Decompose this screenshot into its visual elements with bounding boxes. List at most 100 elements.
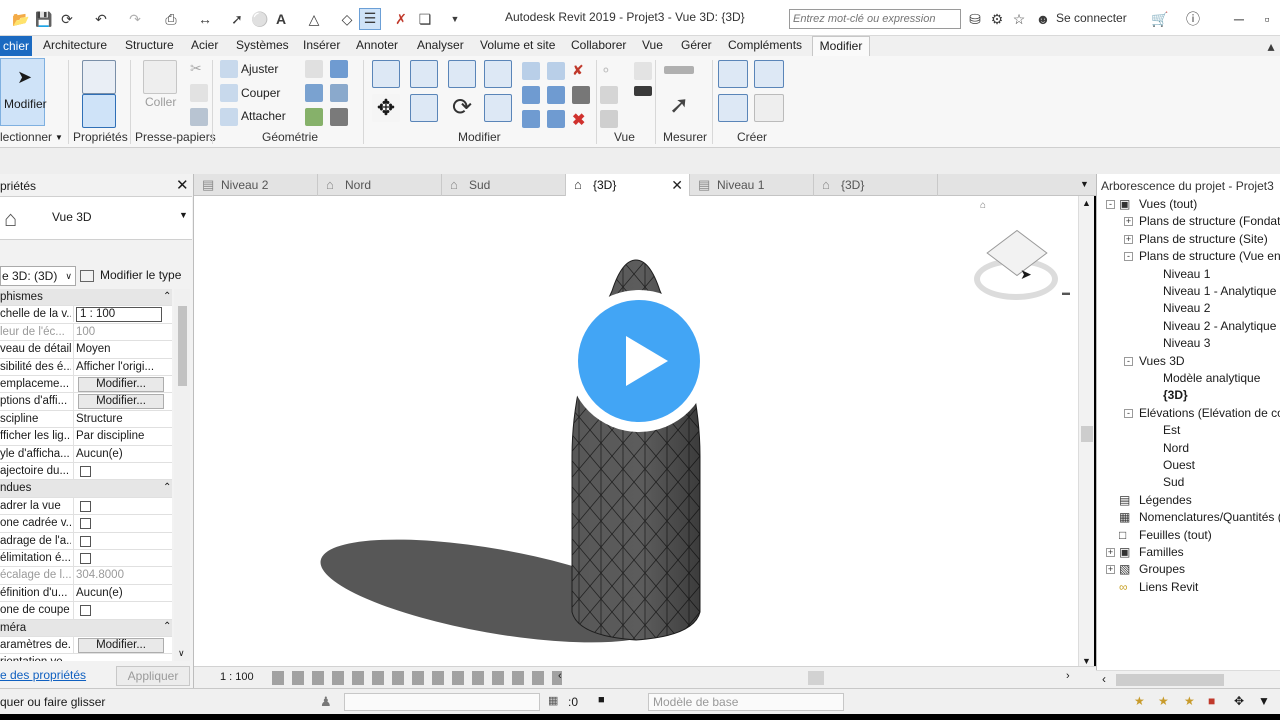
property-row[interactable]: éfinition d'u... Aucun(e) <box>0 584 172 603</box>
property-checkbox[interactable] <box>80 466 91 477</box>
tree-item[interactable]: Liens Revit <box>1139 579 1198 595</box>
tree-item[interactable]: {3D} <box>1163 387 1188 403</box>
viewport-scroll-thumb[interactable] <box>1081 426 1093 442</box>
property-row[interactable]: sibilité des é... Afficher l'origi... <box>0 358 172 376</box>
tab-vue[interactable]: Vue <box>642 38 663 52</box>
pin-icon[interactable] <box>547 62 565 80</box>
browser-scroll-thumb[interactable] <box>1116 674 1224 686</box>
scale-icon[interactable] <box>522 62 540 80</box>
offset-icon[interactable] <box>410 60 438 88</box>
video-play-button[interactable] <box>568 290 710 432</box>
property-row[interactable]: adrer la vue <box>0 497 172 518</box>
split-face-icon[interactable] <box>305 84 323 102</box>
property-checkbox[interactable] <box>80 518 91 530</box>
design-option-select[interactable]: Modèle de base <box>648 693 844 711</box>
login-link[interactable]: Se connecter <box>1056 11 1127 25</box>
apply-button[interactable]: Appliquer <box>116 666 190 686</box>
property-value[interactable]: Moyen <box>73 341 172 359</box>
mirror-axis-icon[interactable] <box>448 60 476 88</box>
paintbrush-icon[interactable] <box>600 110 618 128</box>
tree-item[interactable]: Nomenclatures/Quantités (tout) <box>1139 509 1280 525</box>
ribbon-toggle-icon[interactable]: ▴ <box>1262 37 1280 55</box>
move-icon[interactable]: ✥ <box>372 94 400 122</box>
collapse-icon[interactable]: ⌃ <box>163 621 171 632</box>
attach-icon[interactable] <box>220 108 238 126</box>
trim-extend-icon[interactable] <box>547 110 565 128</box>
restore-icon[interactable]: ▫ <box>1258 10 1276 28</box>
property-value[interactable]: 100 <box>73 323 172 341</box>
select-links-icon[interactable]: ★ <box>1134 694 1145 708</box>
switch-windows-icon[interactable]: ❏ <box>416 10 434 28</box>
property-value[interactable]: Par discipline <box>73 428 172 446</box>
measure-icon[interactable]: ↔ <box>196 10 214 28</box>
override-icon[interactable] <box>634 62 652 80</box>
properties-scroll-thumb[interactable] <box>178 306 187 386</box>
hammer-icon[interactable] <box>330 108 348 126</box>
linework-icon[interactable] <box>600 86 618 104</box>
close-tab-icon[interactable]: ✕ <box>671 174 683 196</box>
thin-lines-icon[interactable]: ☰ <box>359 8 381 30</box>
property-value[interactable]: Aucun(e) <box>73 445 172 463</box>
wall-joins-icon[interactable] <box>330 60 348 78</box>
close-hidden-icon[interactable]: ✗ <box>392 10 410 28</box>
tree-item[interactable]: Plans de structure (Vue en plan) <box>1139 248 1280 264</box>
property-row[interactable]: rientation ve... <box>0 654 172 661</box>
tree-item[interactable]: Niveau 1 <box>1163 266 1210 282</box>
trim-icon[interactable] <box>220 60 238 78</box>
property-value[interactable]: 304.8000 <box>73 567 172 585</box>
select-group-label[interactable]: lectionner <box>0 130 52 144</box>
create-similar-icon[interactable] <box>754 94 784 122</box>
paint-icon[interactable] <box>330 84 348 102</box>
cut-geometry-icon[interactable] <box>220 84 238 102</box>
tree-item[interactable]: Modèle analytique <box>1163 370 1260 386</box>
type-properties-icon[interactable] <box>82 60 116 94</box>
align-icon[interactable] <box>372 60 400 88</box>
dropdown-caret-icon[interactable]: ▼ <box>55 133 63 142</box>
tree-item[interactable]: Niveau 2 - Analytique <box>1163 318 1276 334</box>
workset-select[interactable] <box>344 693 540 711</box>
mirror-draw-icon[interactable] <box>484 60 512 88</box>
scroll-left-icon[interactable]: ‹ <box>1102 672 1106 686</box>
text-icon[interactable]: A <box>272 10 290 28</box>
view-tab-sud[interactable]: ⌂ Sud <box>442 174 566 196</box>
property-category[interactable]: ndues <box>0 480 172 498</box>
property-row[interactable]: élimitation é... <box>0 550 172 570</box>
redo-icon[interactable]: ↷ <box>126 10 144 28</box>
property-value[interactable]: Modifier... <box>73 393 172 411</box>
scroll-up-icon[interactable]: ▲ <box>1082 198 1091 208</box>
property-row[interactable]: adrage de l'a... <box>0 532 172 553</box>
dimension-aligned-icon[interactable]: ➚ <box>664 92 694 122</box>
property-row[interactable]: scipline Structure <box>0 410 172 429</box>
tree-item[interactable]: Vues (tout) <box>1139 196 1197 212</box>
property-row[interactable]: emplaceme... Modifier... <box>0 376 172 394</box>
expand-icon[interactable]: + <box>1106 565 1115 575</box>
property-row[interactable]: ptions d'affi... Modifier... <box>0 393 172 411</box>
collapse-icon[interactable]: - <box>1124 252 1133 262</box>
viewcube-menu-icon[interactable]: ▬ <box>1062 288 1070 297</box>
viewport-vertical-scrollbar[interactable]: ▲ ▼ <box>1078 196 1094 670</box>
3d-icon[interactable]: △ <box>305 10 323 28</box>
collapse-icon[interactable]: ⌃ <box>163 482 171 493</box>
tab-architecture[interactable]: Architecture <box>43 38 107 52</box>
tree-item[interactable]: Niveau 1 - Analytique <box>1163 283 1276 299</box>
property-row[interactable]: ajectoire du... <box>0 463 172 483</box>
tree-item[interactable]: Feuilles (tout) <box>1139 527 1212 543</box>
tree-item[interactable]: Légendes <box>1139 492 1192 508</box>
cut-icon[interactable]: ✂ <box>190 60 208 78</box>
select-pinned-icon[interactable]: ★ <box>1184 694 1195 708</box>
print-icon[interactable]: ⎙ <box>162 10 180 28</box>
property-checkbox[interactable] <box>80 605 91 617</box>
tabs-dropdown-icon[interactable]: ▼ <box>1080 179 1089 189</box>
delete-icon[interactable]: ✖ <box>572 110 590 129</box>
tab-modifier[interactable]: Modifier <box>812 36 870 57</box>
property-row[interactable]: veau de détail Moyen <box>0 341 172 359</box>
property-row[interactable]: leur de l'éc... 100 <box>0 323 172 342</box>
expand-icon[interactable]: + <box>1124 234 1133 244</box>
view-tab-nord[interactable]: ⌂ Nord <box>318 174 442 196</box>
user-icon[interactable]: ☻ <box>1034 10 1052 28</box>
view-control-icons[interactable] <box>272 671 562 685</box>
collapse-icon[interactable]: - <box>1106 200 1115 209</box>
rotate-icon[interactable]: ⟳ <box>448 94 476 122</box>
create-group-icon[interactable] <box>754 60 784 88</box>
undo-icon[interactable]: ↶ <box>92 10 110 28</box>
